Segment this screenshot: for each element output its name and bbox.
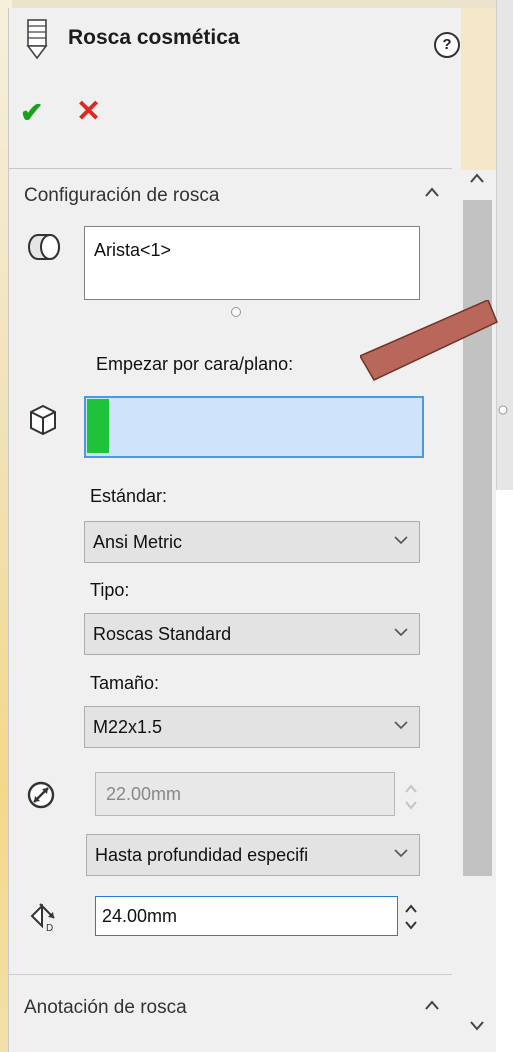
annotation-arrow — [360, 300, 498, 381]
type-label: Tipo: — [90, 580, 130, 600]
depth-spinner-icon[interactable] — [402, 900, 420, 934]
resize-handle[interactable] — [231, 307, 241, 317]
graphics-area — [496, 490, 513, 1052]
window-top-strip — [0, 0, 513, 8]
chevron-down-icon — [394, 628, 408, 637]
size-value: M22x1.5 — [93, 717, 163, 737]
diameter-spinner-icon[interactable] — [402, 780, 420, 814]
depth-input[interactable]: 24.00mm — [95, 896, 398, 936]
page-title: Rosca cosmética — [68, 26, 240, 49]
type-value: Roscas Standard — [93, 624, 232, 644]
standard-select[interactable]: Ansi Metric — [84, 521, 420, 563]
type-select[interactable]: Roscas Standard — [84, 613, 420, 655]
edge-selection-box[interactable] — [84, 226, 420, 300]
depth-icon: D — [30, 903, 55, 934]
svg-text:D: D — [46, 923, 53, 934]
collapse-annotation-icon[interactable] — [424, 999, 440, 1011]
close-icon[interactable]: ✕ — [76, 94, 101, 129]
end-condition-value: Hasta profundidad especifi — [95, 845, 309, 865]
size-label: Tamaño: — [90, 673, 160, 693]
diameter-field[interactable]: 22.00mm — [95, 772, 395, 816]
end-condition-select[interactable]: Hasta profundidad especifi — [86, 834, 420, 876]
size-select[interactable]: M22x1.5 — [84, 706, 420, 748]
help-icon[interactable]: ? — [434, 32, 460, 58]
group-title: Configuración de rosca — [24, 185, 220, 206]
selection-marker — [87, 399, 109, 453]
edge-selection-value: Arista<1> — [94, 240, 172, 260]
annotation-group-title: Anotación de rosca — [24, 997, 187, 1018]
cosmetic-thread-icon — [26, 19, 48, 60]
cube-face-icon — [30, 404, 56, 436]
group-divider — [8, 974, 452, 975]
depth-value: 24.00mm — [102, 906, 178, 926]
collapse-group-icon[interactable] — [424, 186, 440, 198]
chevron-down-icon — [394, 536, 408, 545]
check-icon[interactable]: ✔ — [20, 96, 43, 129]
chevron-down-icon — [394, 849, 408, 858]
cylinder-edge-icon — [28, 234, 60, 260]
standard-value: Ansi Metric — [93, 532, 183, 552]
scroll-up-icon[interactable] — [469, 172, 485, 184]
start-face-label: Empezar por cara/plano: — [96, 354, 294, 374]
chevron-down-icon — [394, 721, 408, 730]
diameter-icon — [27, 781, 55, 809]
diameter-value: 22.00mm — [106, 784, 182, 804]
standard-label: Estándar: — [90, 486, 168, 506]
scroll-down-icon[interactable] — [469, 1020, 485, 1032]
